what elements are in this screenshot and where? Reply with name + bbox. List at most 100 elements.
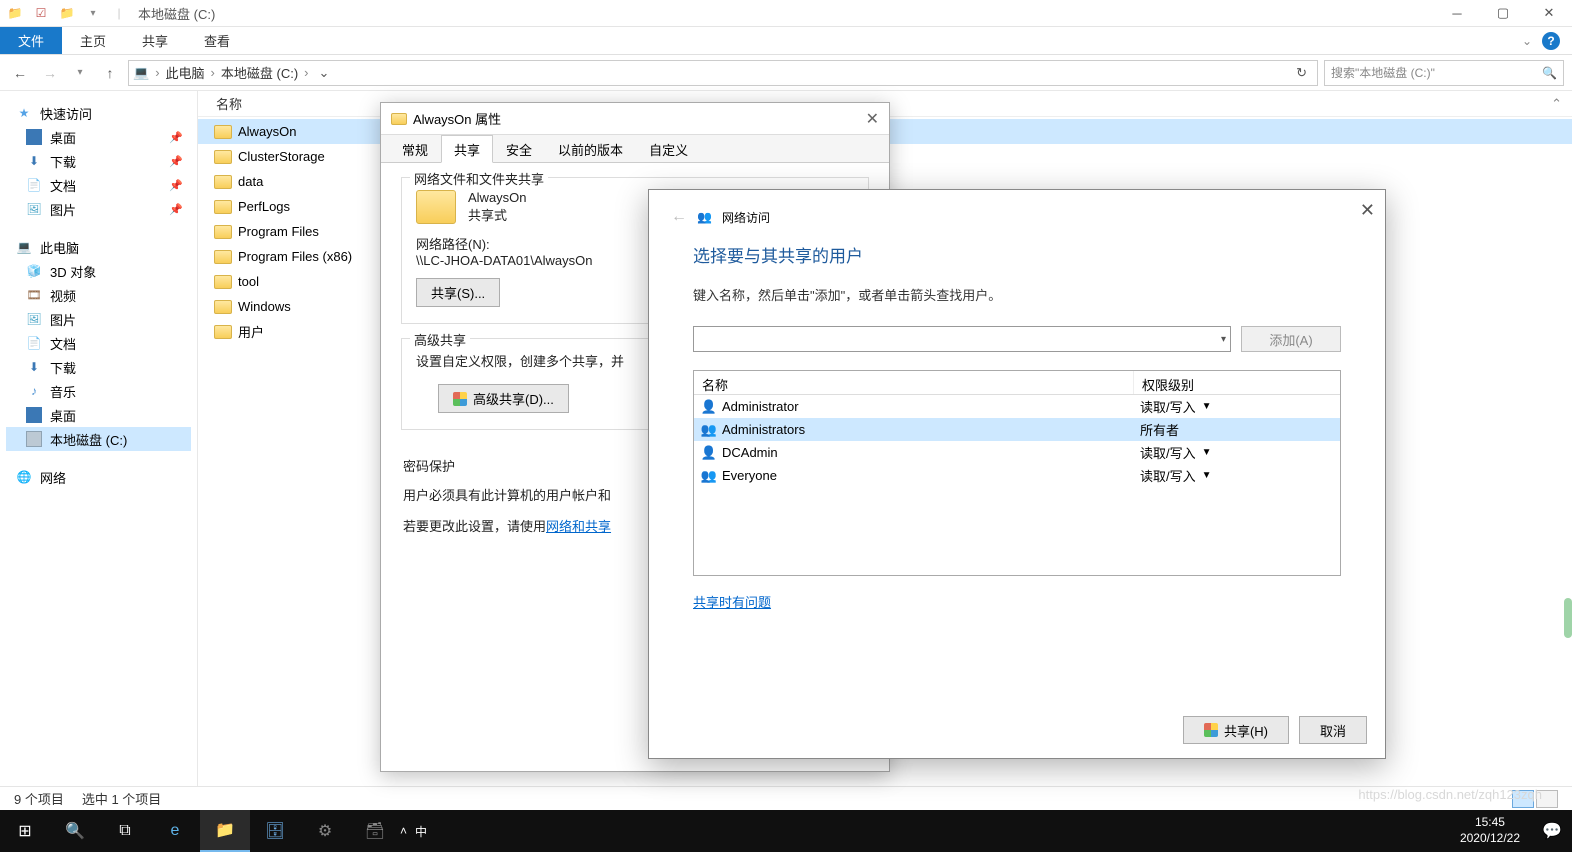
user-icon: 👤 [700,398,718,416]
share-name: AlwaysOn [468,190,527,205]
folder-icon [214,300,232,314]
nav-local-disk-c[interactable]: 本地磁盘 (C:) [6,427,191,451]
titlebar: 📁 ☑ 📁 ▾ | 本地磁盘 (C:) ─ ▢ ✕ [0,0,1572,27]
breadcrumb-current[interactable]: 本地磁盘 (C:) [221,63,298,82]
ribbon-tab-home[interactable]: 主页 [62,27,124,54]
nav-network[interactable]: 🌐网络 [6,465,191,489]
trouble-link[interactable]: 共享时有问题 [693,595,771,610]
col-header-perm[interactable]: 权限级别 [1134,371,1202,394]
tab-customize[interactable]: 自定义 [636,135,701,163]
taskbar-clock[interactable]: 15:45 2020/12/22 [1448,813,1532,848]
ribbon-expand-icon[interactable]: ⌄ [1522,34,1532,48]
ribbon-file-tab[interactable]: 文件 [0,27,62,54]
video-icon: 🎞 [26,287,42,303]
wizard-title: 选择要与其共享的用户 [693,242,1341,267]
nav-up-button[interactable]: ↑ [98,65,122,81]
search-input[interactable]: 搜索"本地磁盘 (C:)" 🔍 [1324,60,1564,86]
chevron-down-icon[interactable]: ▾ [1221,334,1226,345]
nav-recent-button[interactable]: ▾ [68,67,92,78]
user-permission[interactable]: 读取/写入▼ [1140,443,1334,462]
task-view-button[interactable]: ⧉ [100,810,150,852]
nav-desktop2[interactable]: 桌面 [6,403,191,427]
wizard-close-button[interactable]: ✕ [1360,200,1375,221]
nav-documents2[interactable]: 📄文档 [6,331,191,355]
taskbar-search-button[interactable]: 🔍 [50,810,100,852]
address-row: ← → ▾ ↑ 💻 › 此电脑 › 本地磁盘 (C:) › ⌄ ↻ 搜索"本地磁… [0,55,1572,91]
wizard-back-icon[interactable]: ← [671,208,687,226]
nav-music[interactable]: ♪音乐 [6,379,191,403]
address-dropdown-icon[interactable]: ⌄ [315,65,334,81]
nav-this-pc[interactable]: 💻此电脑 [6,235,191,259]
nav-pictures2[interactable]: 🖼图片 [6,307,191,331]
nav-3d-objects[interactable]: 🧊3D 对象 [6,259,191,283]
pin-icon: 📌 [169,131,183,144]
tab-general[interactable]: 常规 [389,135,441,163]
add-button[interactable]: 添加(A) [1241,326,1341,352]
ribbon-tab-share[interactable]: 共享 [124,27,186,54]
folder-icon [214,200,232,214]
wizard-share-button[interactable]: 共享(H) [1183,716,1289,744]
start-button[interactable]: ⊞ [0,810,50,852]
shield-icon [453,392,467,406]
help-icon[interactable]: ? [1542,32,1560,50]
minimize-button[interactable]: ─ [1434,0,1480,27]
nav-forward-button[interactable]: → [38,65,62,81]
chevron-down-icon[interactable]: ▼ [1202,447,1212,458]
user-row[interactable]: 👥Everyone读取/写入▼ [694,464,1340,487]
taskbar-explorer-icon[interactable]: 📁 [200,810,250,852]
address-bar[interactable]: 💻 › 此电脑 › 本地磁盘 (C:) › ⌄ ↻ [128,60,1318,86]
notification-button[interactable]: 💬 [1532,810,1572,852]
chevron-down-icon[interactable]: ▼ [1202,401,1212,412]
tray-ime-icon[interactable]: 中 [415,823,427,840]
tab-sharing[interactable]: 共享 [441,135,493,163]
column-name-label: 名称 [216,94,242,113]
group-label: 高级共享 [410,330,470,349]
user-permission[interactable]: 读取/写入▼ [1140,466,1334,485]
file-name: tool [238,274,259,289]
share-button[interactable]: 共享(S)... [416,278,500,307]
collapse-icon[interactable]: ⌃ [1551,96,1562,112]
tab-previous[interactable]: 以前的版本 [545,135,636,163]
nav-downloads2[interactable]: ⬇下载 [6,355,191,379]
chevron-down-icon[interactable]: ▼ [1202,470,1212,481]
user-row[interactable]: 👥Administrators所有者 [694,418,1340,441]
col-header-name[interactable]: 名称 [694,371,1134,394]
refresh-button[interactable]: ↻ [1290,65,1313,81]
nav-quick-access[interactable]: ★快速访问 [6,101,191,125]
qat-dropdown-icon[interactable]: ▾ [84,4,102,22]
nav-desktop[interactable]: 桌面📌 [6,125,191,149]
ribbon-tab-view[interactable]: 查看 [186,27,248,54]
nav-downloads[interactable]: ⬇下载📌 [6,149,191,173]
nav-videos[interactable]: 🎞视频 [6,283,191,307]
nav-pictures[interactable]: 🖼图片📌 [6,197,191,221]
tab-security[interactable]: 安全 [493,135,545,163]
taskbar-app2-icon[interactable]: ⚙ [300,810,350,852]
advanced-share-button[interactable]: 高级共享(D)... [438,384,569,413]
taskbar-app3-icon[interactable]: 🗃 [350,810,400,852]
close-button[interactable]: ✕ [1526,0,1572,27]
user-row[interactable]: 👤DCAdmin读取/写入▼ [694,441,1340,464]
breadcrumb-root[interactable]: 此电脑 [166,63,205,82]
network-center-link[interactable]: 网络和共享 [546,519,611,534]
taskbar-app1-icon[interactable]: 🗄 [250,810,300,852]
dialog-close-button[interactable]: ✕ [866,109,879,129]
pc-icon: 💻 [133,65,149,81]
user-icon: 👥 [700,467,718,485]
pc-icon: 💻 [16,239,32,255]
nav-documents[interactable]: 📄文档📌 [6,173,191,197]
taskbar-ie-icon[interactable]: e [150,810,200,852]
user-row[interactable]: 👤Administrator读取/写入▼ [694,395,1340,418]
pin-icon: 📌 [169,203,183,216]
nav-back-button[interactable]: ← [8,65,32,81]
maximize-button[interactable]: ▢ [1480,0,1526,27]
user-permission[interactable]: 读取/写入▼ [1140,397,1334,416]
qat-folder-icon[interactable]: 📁 [58,4,76,22]
qat-checkbox-icon[interactable]: ☑ [32,4,50,22]
user-permission[interactable]: 所有者 [1140,420,1334,439]
wizard-cancel-button[interactable]: 取消 [1299,716,1367,744]
wizard-hint: 键入名称，然后单击"添加"，或者单击箭头查找用户。 [693,285,1341,304]
file-name: AlwaysOn [238,124,297,139]
cube-icon: 🧊 [26,263,42,279]
tray-up-icon[interactable]: ˄ [400,824,407,838]
user-combo-input[interactable]: ▾ [693,326,1231,352]
